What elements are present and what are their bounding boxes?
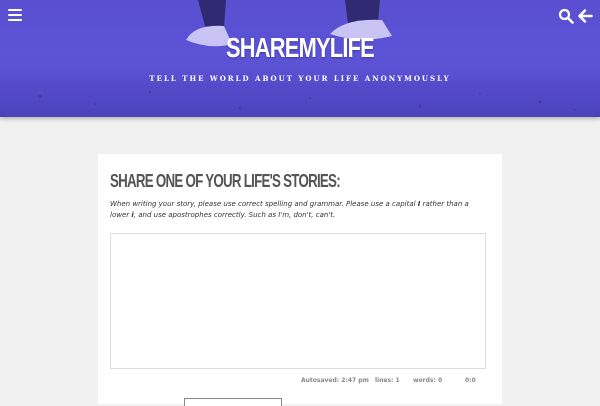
instructions-text-3: , and use apostrophes correctly. Such as…: [133, 211, 336, 219]
hamburger-menu-icon[interactable]: [8, 9, 22, 23]
submit-button[interactable]: [184, 398, 282, 406]
line-count: lines: 1: [375, 377, 400, 384]
instructions-text-1: When writing your story, please use corr…: [110, 200, 418, 208]
site-tagline: TELL THE WORLD ABOUT YOUR LIFE ANONYMOUS…: [149, 74, 451, 83]
search-icon[interactable]: [558, 8, 574, 24]
site-header: SHAREMYLIFE TELL THE WORLD ABOUT YOUR LI…: [0, 0, 600, 117]
writing-instructions: When writing your story, please use corr…: [110, 199, 490, 221]
form-heading: Share one of your life's stories:: [110, 171, 341, 191]
cursor-position: 0:0: [465, 377, 476, 384]
word-count: words: 0: [413, 377, 443, 384]
story-textarea[interactable]: [110, 233, 486, 369]
story-form-card: Share one of your life's stories: When w…: [98, 154, 502, 406]
arrow-left-icon[interactable]: [577, 8, 593, 24]
site-title[interactable]: SHAREMYLIFE: [66, 32, 534, 64]
autosave-status: Autosaved: 2:47 pm: [301, 377, 369, 384]
